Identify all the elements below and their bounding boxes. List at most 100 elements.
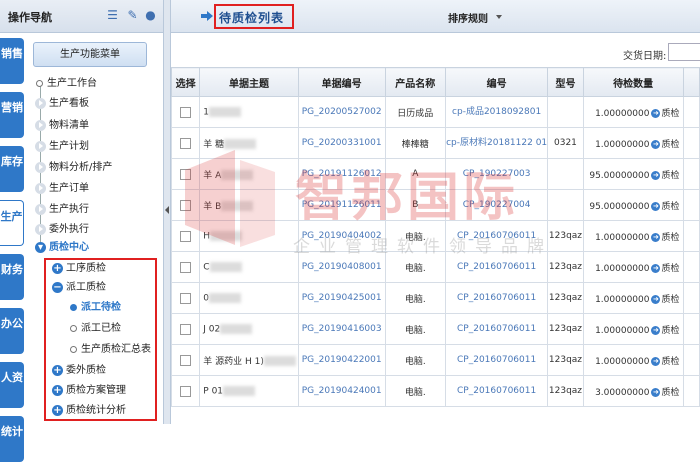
table-row[interactable]: 羊 源药业 H 1) PG_20190422001 电脑. CP_2016070601…	[170, 344, 700, 376]
doc-no-cell[interactable]: PG_20190425001	[297, 282, 386, 314]
tab-sales[interactable]: 销售	[0, 38, 24, 84]
doc-no-cell[interactable]: PG_20191126011	[297, 189, 386, 221]
tab-marketing[interactable]: 营销	[0, 92, 24, 138]
select-cell[interactable]	[170, 158, 201, 190]
table-row[interactable]: J 02 PG_20190416003 电脑. CP_20160706011 123qa…	[170, 313, 700, 345]
col-header-qty[interactable]: 待检数量	[582, 67, 684, 97]
sort-rule-dropdown[interactable]: 排序规则	[448, 10, 488, 25]
arrow-circle-icon[interactable]: ➜	[651, 232, 661, 242]
code-cell[interactable]: CP_20160706011	[445, 220, 549, 252]
row-checkbox[interactable]	[180, 261, 192, 273]
col-header-select[interactable]: 选择	[170, 67, 201, 97]
tree-item-material-analysis[interactable]: 物料分析/排产	[35, 160, 112, 176]
col-header-code[interactable]: 编号	[445, 67, 549, 97]
doc-no-cell[interactable]: PG_20190404002	[297, 220, 386, 252]
code-cell[interactable]: CP_20160706011	[445, 282, 549, 314]
select-cell[interactable]	[170, 251, 201, 283]
table-row[interactable]: 羊 A PG_20191126012 A CP_190227003 95.0000000…	[170, 158, 700, 190]
doc-no-cell[interactable]: PG_20200331001	[297, 127, 386, 159]
table-row[interactable]: C PG_20190408001 电脑. CP_20160706011 123qaz 1.…	[170, 251, 700, 283]
arrow-circle-icon[interactable]: ➜	[651, 263, 661, 273]
row-checkbox[interactable]	[180, 106, 192, 118]
doc-no-cell[interactable]: PG_20190422001	[297, 344, 386, 376]
tab-statistics[interactable]: 统计	[0, 416, 24, 462]
doc-no-cell[interactable]: PG_20190424001	[297, 375, 386, 407]
doc-no-cell[interactable]: PG_20190416003	[297, 313, 386, 345]
tree-item-workbench[interactable]: 生产工作台	[36, 76, 97, 92]
arrow-circle-icon[interactable]: ➜	[651, 387, 661, 397]
select-cell[interactable]	[170, 127, 201, 159]
tab-finance[interactable]: 财务	[0, 254, 24, 300]
user-icon[interactable]: ●	[144, 9, 157, 22]
tree-item-execution[interactable]: 生产执行	[35, 202, 89, 218]
select-cell[interactable]	[170, 220, 201, 252]
code-cell[interactable]: CP_20160706011	[445, 313, 549, 345]
arrow-circle-icon[interactable]: ➜	[651, 356, 661, 366]
row-checkbox[interactable]	[180, 354, 192, 366]
tree-item-plan[interactable]: 生产计划	[35, 139, 89, 155]
doc-no-cell[interactable]: PG_20200527002	[297, 96, 386, 128]
code-cell[interactable]: cp-原材料20181122 01	[445, 127, 549, 159]
table-row[interactable]: H PG_20190404002 电脑. CP_20160706011 123qaz 1.…	[170, 220, 700, 252]
row-checkbox[interactable]	[180, 199, 192, 211]
table-row[interactable]: 羊 B PG_20191126011 B CP_190227004 95.0000000…	[170, 189, 700, 221]
tab-hr[interactable]: 人资	[0, 362, 24, 408]
table-row[interactable]: 1 PG_20200527002 日历成品 cp-成品2018092801 1.0000…	[170, 96, 700, 128]
tree-item-outsource-execution[interactable]: 委外执行	[35, 222, 89, 238]
arrow-circle-icon[interactable]: ➜	[651, 170, 661, 180]
code-cell[interactable]: CP_190227003	[445, 158, 549, 190]
qc-action-link[interactable]: 质检	[661, 295, 679, 305]
row-checkbox[interactable]	[180, 323, 192, 335]
table-row[interactable]: P 01 PG_20190424001 电脑. CP_20160706011 123qa…	[170, 375, 700, 407]
doc-no-cell[interactable]: PG_20191126012	[297, 158, 386, 190]
qc-action-link[interactable]: 质检	[661, 109, 679, 119]
qc-action-link[interactable]: 质检	[661, 326, 679, 336]
arrow-circle-icon[interactable]: ➜	[651, 139, 661, 149]
row-checkbox[interactable]	[180, 230, 192, 242]
code-cell[interactable]: CP_190227004	[445, 189, 549, 221]
panel-splitter[interactable]	[163, 0, 171, 424]
code-cell[interactable]: CP_20160706011	[445, 344, 549, 376]
tree-item-kanban[interactable]: 生产看板	[35, 96, 89, 112]
qc-action-link[interactable]: 质检	[661, 171, 679, 181]
doc-no-cell[interactable]: PG_20190408001	[297, 251, 386, 283]
row-checkbox[interactable]	[180, 385, 192, 397]
select-cell[interactable]	[170, 96, 201, 128]
qc-action-link[interactable]: 质检	[661, 140, 679, 150]
delivery-date-input[interactable]	[668, 43, 700, 61]
tree-item-bom[interactable]: 物料清单	[35, 118, 89, 134]
select-cell[interactable]	[170, 375, 201, 407]
qc-action-link[interactable]: 质检	[661, 264, 679, 274]
arrow-circle-icon[interactable]: ➜	[651, 201, 661, 211]
collapse-arrow-icon[interactable]	[165, 206, 169, 214]
tab-office[interactable]: 办公	[0, 308, 24, 354]
tab-production[interactable]: 生产	[0, 200, 24, 246]
arrow-circle-icon[interactable]: ➜	[651, 294, 661, 304]
production-menu-button[interactable]: 生产功能菜单	[33, 42, 147, 67]
select-cell[interactable]	[170, 344, 201, 376]
row-checkbox[interactable]	[180, 137, 192, 149]
col-header-product[interactable]: 产品名称	[384, 67, 447, 97]
code-cell[interactable]: cp-成品2018092801	[445, 96, 549, 128]
col-header-subject[interactable]: 单据主题	[199, 67, 299, 97]
tab-inventory[interactable]: 库存	[0, 146, 24, 192]
tree-section-qc-center[interactable]: ▾ 质检中心	[35, 240, 89, 256]
select-cell[interactable]	[170, 313, 201, 345]
select-cell[interactable]	[170, 282, 201, 314]
qc-action-link[interactable]: 质检	[661, 388, 679, 398]
row-checkbox[interactable]	[180, 168, 192, 180]
qc-action-link[interactable]: 质检	[661, 202, 679, 212]
chevron-down-icon[interactable]	[496, 15, 502, 19]
arrow-circle-icon[interactable]: ➜	[651, 325, 661, 335]
qc-action-link[interactable]: 质检	[661, 357, 679, 367]
qc-action-link[interactable]: 质检	[661, 233, 679, 243]
code-cell[interactable]: CP_20160706011	[445, 375, 549, 407]
row-checkbox[interactable]	[180, 292, 192, 304]
table-row[interactable]: 0 PG_20190425001 电脑. CP_20160706011 123qaz 1.…	[170, 282, 700, 314]
arrow-circle-icon[interactable]: ➜	[651, 108, 661, 118]
col-header-doc-no[interactable]: 单据编号	[297, 67, 386, 97]
wrench-icon[interactable]: ✎	[126, 9, 139, 22]
select-cell[interactable]	[170, 189, 201, 221]
code-cell[interactable]: CP_20160706011	[445, 251, 549, 283]
tree-item-order[interactable]: 生产订单	[35, 181, 89, 197]
